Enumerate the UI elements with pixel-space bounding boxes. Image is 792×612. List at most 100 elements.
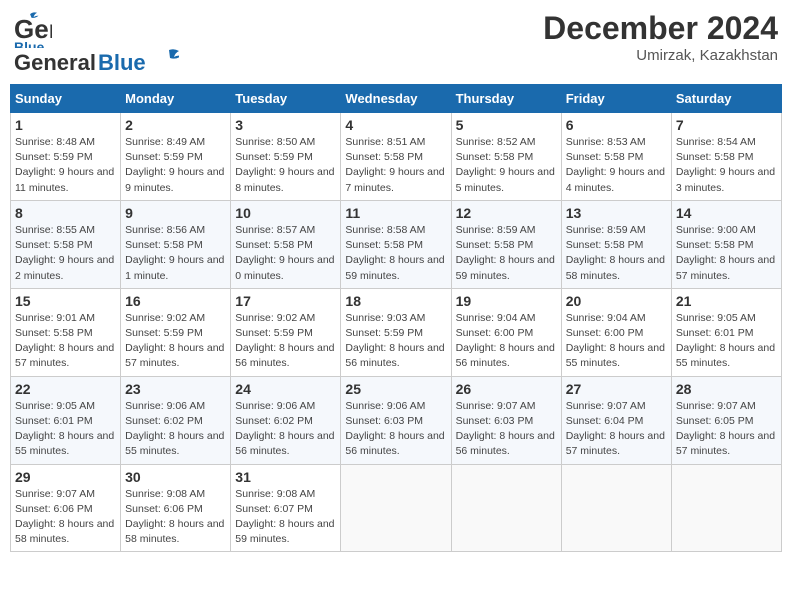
calendar-week-row: 15 Sunrise: 9:01 AMSunset: 5:58 PMDaylig… bbox=[11, 288, 782, 376]
logo-icon: General Blue bbox=[14, 10, 52, 48]
calendar-cell: 17 Sunrise: 9:02 AMSunset: 5:59 PMDaylig… bbox=[231, 288, 341, 376]
day-number: 31 bbox=[235, 469, 336, 485]
calendar-cell: 5 Sunrise: 8:52 AMSunset: 5:58 PMDayligh… bbox=[451, 113, 561, 201]
calendar-week-row: 8 Sunrise: 8:55 AMSunset: 5:58 PMDayligh… bbox=[11, 200, 782, 288]
calendar-cell: 31 Sunrise: 9:08 AMSunset: 6:07 PMDaylig… bbox=[231, 464, 341, 552]
day-info: Sunrise: 9:06 AMSunset: 6:03 PMDaylight:… bbox=[345, 400, 444, 458]
day-info: Sunrise: 8:55 AMSunset: 5:58 PMDaylight:… bbox=[15, 224, 114, 282]
day-info: Sunrise: 9:07 AMSunset: 6:06 PMDaylight:… bbox=[15, 488, 114, 546]
calendar-cell: 13 Sunrise: 8:59 AMSunset: 5:58 PMDaylig… bbox=[561, 200, 671, 288]
bird-icon bbox=[149, 48, 179, 70]
calendar-cell: 6 Sunrise: 8:53 AMSunset: 5:58 PMDayligh… bbox=[561, 113, 671, 201]
calendar-cell: 7 Sunrise: 8:54 AMSunset: 5:58 PMDayligh… bbox=[671, 113, 781, 201]
calendar-week-row: 29 Sunrise: 9:07 AMSunset: 6:06 PMDaylig… bbox=[11, 464, 782, 552]
day-number: 9 bbox=[125, 205, 226, 221]
calendar-cell: 30 Sunrise: 9:08 AMSunset: 6:06 PMDaylig… bbox=[121, 464, 231, 552]
calendar-cell: 18 Sunrise: 9:03 AMSunset: 5:59 PMDaylig… bbox=[341, 288, 451, 376]
day-info: Sunrise: 8:50 AMSunset: 5:59 PMDaylight:… bbox=[235, 136, 334, 194]
calendar-cell: 20 Sunrise: 9:04 AMSunset: 6:00 PMDaylig… bbox=[561, 288, 671, 376]
calendar-cell: 25 Sunrise: 9:06 AMSunset: 6:03 PMDaylig… bbox=[341, 376, 451, 464]
calendar-cell: 28 Sunrise: 9:07 AMSunset: 6:05 PMDaylig… bbox=[671, 376, 781, 464]
day-info: Sunrise: 8:59 AMSunset: 5:58 PMDaylight:… bbox=[566, 224, 665, 282]
day-info: Sunrise: 9:04 AMSunset: 6:00 PMDaylight:… bbox=[566, 312, 665, 370]
day-number: 4 bbox=[345, 117, 446, 133]
calendar-cell bbox=[341, 464, 451, 552]
day-info: Sunrise: 9:04 AMSunset: 6:00 PMDaylight:… bbox=[456, 312, 555, 370]
day-info: Sunrise: 8:53 AMSunset: 5:58 PMDaylight:… bbox=[566, 136, 665, 194]
day-number: 3 bbox=[235, 117, 336, 133]
month-title: December 2024 bbox=[543, 10, 778, 47]
calendar-week-row: 1 Sunrise: 8:48 AMSunset: 5:59 PMDayligh… bbox=[11, 113, 782, 201]
calendar-cell: 22 Sunrise: 9:05 AMSunset: 6:01 PMDaylig… bbox=[11, 376, 121, 464]
day-info: Sunrise: 9:05 AMSunset: 6:01 PMDaylight:… bbox=[676, 312, 775, 370]
day-info: Sunrise: 9:00 AMSunset: 5:58 PMDaylight:… bbox=[676, 224, 775, 282]
day-info: Sunrise: 8:52 AMSunset: 5:58 PMDaylight:… bbox=[456, 136, 555, 194]
day-number: 2 bbox=[125, 117, 226, 133]
day-info: Sunrise: 8:57 AMSunset: 5:58 PMDaylight:… bbox=[235, 224, 334, 282]
day-info: Sunrise: 9:08 AMSunset: 6:07 PMDaylight:… bbox=[235, 488, 334, 546]
day-info: Sunrise: 9:07 AMSunset: 6:05 PMDaylight:… bbox=[676, 400, 775, 458]
day-info: Sunrise: 9:02 AMSunset: 5:59 PMDaylight:… bbox=[125, 312, 224, 370]
day-info: Sunrise: 8:58 AMSunset: 5:58 PMDaylight:… bbox=[345, 224, 444, 282]
calendar-cell: 10 Sunrise: 8:57 AMSunset: 5:58 PMDaylig… bbox=[231, 200, 341, 288]
day-info: Sunrise: 8:48 AMSunset: 5:59 PMDaylight:… bbox=[15, 136, 114, 194]
logo: General Blue General Blue bbox=[14, 10, 179, 76]
weekday-header: Thursday bbox=[451, 85, 561, 113]
weekday-header: Tuesday bbox=[231, 85, 341, 113]
day-info: Sunrise: 9:03 AMSunset: 5:59 PMDaylight:… bbox=[345, 312, 444, 370]
day-info: Sunrise: 9:06 AMSunset: 6:02 PMDaylight:… bbox=[235, 400, 334, 458]
calendar-header-row: SundayMondayTuesdayWednesdayThursdayFrid… bbox=[11, 85, 782, 113]
calendar-cell: 15 Sunrise: 9:01 AMSunset: 5:58 PMDaylig… bbox=[11, 288, 121, 376]
calendar-cell: 26 Sunrise: 9:07 AMSunset: 6:03 PMDaylig… bbox=[451, 376, 561, 464]
day-number: 15 bbox=[15, 293, 116, 309]
day-info: Sunrise: 9:05 AMSunset: 6:01 PMDaylight:… bbox=[15, 400, 114, 458]
day-number: 30 bbox=[125, 469, 226, 485]
calendar-cell: 27 Sunrise: 9:07 AMSunset: 6:04 PMDaylig… bbox=[561, 376, 671, 464]
day-number: 25 bbox=[345, 381, 446, 397]
day-number: 10 bbox=[235, 205, 336, 221]
day-number: 6 bbox=[566, 117, 667, 133]
weekday-header: Wednesday bbox=[341, 85, 451, 113]
weekday-header: Saturday bbox=[671, 85, 781, 113]
calendar-cell: 11 Sunrise: 8:58 AMSunset: 5:58 PMDaylig… bbox=[341, 200, 451, 288]
title-block: December 2024 Umirzak, Kazakhstan bbox=[543, 10, 778, 64]
calendar-cell: 1 Sunrise: 8:48 AMSunset: 5:59 PMDayligh… bbox=[11, 113, 121, 201]
day-number: 19 bbox=[456, 293, 557, 309]
day-info: Sunrise: 8:59 AMSunset: 5:58 PMDaylight:… bbox=[456, 224, 555, 282]
day-number: 23 bbox=[125, 381, 226, 397]
day-number: 24 bbox=[235, 381, 336, 397]
weekday-header: Friday bbox=[561, 85, 671, 113]
calendar-cell: 19 Sunrise: 9:04 AMSunset: 6:00 PMDaylig… bbox=[451, 288, 561, 376]
calendar-table: SundayMondayTuesdayWednesdayThursdayFrid… bbox=[10, 84, 782, 552]
calendar-cell: 14 Sunrise: 9:00 AMSunset: 5:58 PMDaylig… bbox=[671, 200, 781, 288]
calendar-cell: 29 Sunrise: 9:07 AMSunset: 6:06 PMDaylig… bbox=[11, 464, 121, 552]
day-number: 1 bbox=[15, 117, 116, 133]
day-number: 5 bbox=[456, 117, 557, 133]
weekday-header: Sunday bbox=[11, 85, 121, 113]
page-header: General Blue General Blue December 2024 … bbox=[10, 10, 782, 76]
day-number: 14 bbox=[676, 205, 777, 221]
calendar-week-row: 22 Sunrise: 9:05 AMSunset: 6:01 PMDaylig… bbox=[11, 376, 782, 464]
day-number: 22 bbox=[15, 381, 116, 397]
calendar-cell: 23 Sunrise: 9:06 AMSunset: 6:02 PMDaylig… bbox=[121, 376, 231, 464]
day-info: Sunrise: 8:51 AMSunset: 5:58 PMDaylight:… bbox=[345, 136, 444, 194]
calendar-cell: 3 Sunrise: 8:50 AMSunset: 5:59 PMDayligh… bbox=[231, 113, 341, 201]
day-info: Sunrise: 9:06 AMSunset: 6:02 PMDaylight:… bbox=[125, 400, 224, 458]
calendar-cell: 21 Sunrise: 9:05 AMSunset: 6:01 PMDaylig… bbox=[671, 288, 781, 376]
day-number: 17 bbox=[235, 293, 336, 309]
day-number: 13 bbox=[566, 205, 667, 221]
calendar-cell: 4 Sunrise: 8:51 AMSunset: 5:58 PMDayligh… bbox=[341, 113, 451, 201]
day-number: 26 bbox=[456, 381, 557, 397]
weekday-header: Monday bbox=[121, 85, 231, 113]
logo-blue: Blue bbox=[98, 50, 146, 76]
day-info: Sunrise: 8:49 AMSunset: 5:59 PMDaylight:… bbox=[125, 136, 224, 194]
day-number: 7 bbox=[676, 117, 777, 133]
day-number: 29 bbox=[15, 469, 116, 485]
day-info: Sunrise: 8:54 AMSunset: 5:58 PMDaylight:… bbox=[676, 136, 775, 194]
day-number: 12 bbox=[456, 205, 557, 221]
day-number: 28 bbox=[676, 381, 777, 397]
calendar-cell: 8 Sunrise: 8:55 AMSunset: 5:58 PMDayligh… bbox=[11, 200, 121, 288]
svg-text:Blue: Blue bbox=[14, 39, 45, 48]
day-info: Sunrise: 9:02 AMSunset: 5:59 PMDaylight:… bbox=[235, 312, 334, 370]
calendar-cell bbox=[451, 464, 561, 552]
